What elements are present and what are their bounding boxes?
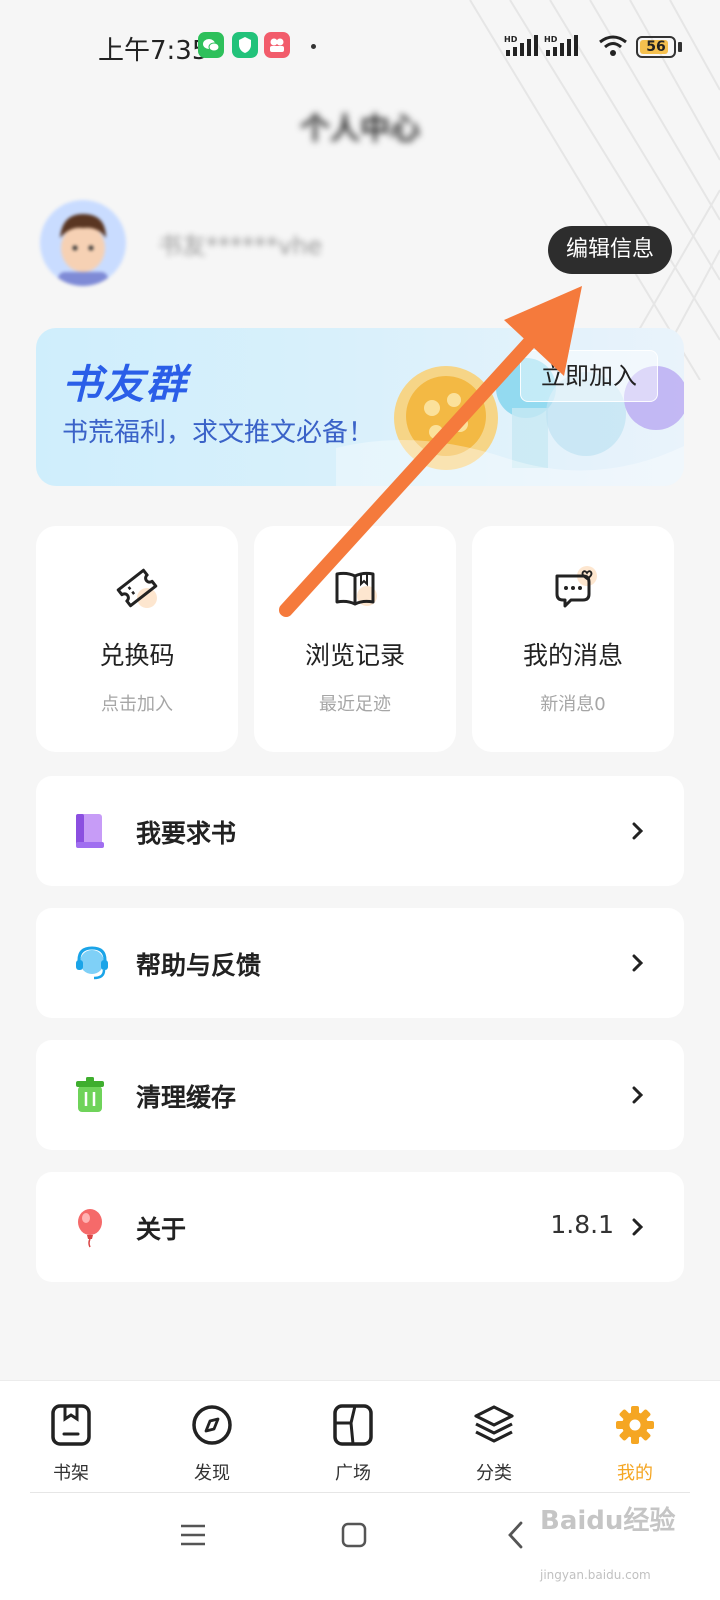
battery-icon: 56 [636, 36, 676, 58]
svg-text:HD: HD [544, 35, 558, 44]
tab-label: 广场 [335, 1463, 371, 1484]
card-title: 浏览记录 [304, 641, 405, 670]
trash-icon [76, 1077, 104, 1112]
app-version: 1.8.1 [550, 1210, 614, 1239]
tab-label: 发现 [194, 1463, 230, 1484]
tab-label: 书架 [53, 1463, 89, 1484]
layers-icon [474, 1405, 514, 1443]
svg-text:HD: HD [504, 35, 518, 44]
home-icon[interactable] [341, 1522, 367, 1548]
wechat-icon [198, 32, 224, 58]
notification-dot [311, 44, 316, 49]
tab-label: 我的 [617, 1463, 653, 1484]
battery-level: 56 [646, 39, 666, 55]
shield-app-icon [232, 32, 258, 58]
menu-row-label: 我要求书 [136, 819, 237, 848]
menu-row-label: 清理缓存 [136, 1083, 237, 1112]
card-subtitle: 新消息0 [540, 694, 606, 715]
chevron-right-icon [632, 954, 644, 972]
tab-category[interactable]: 分类 [439, 1381, 549, 1493]
menu-row-help-feedback[interactable]: 帮助与反馈 [36, 908, 684, 1018]
battery-cap [678, 42, 682, 52]
bookshelf-icon [51, 1404, 91, 1446]
menu-row-about[interactable]: 关于 1.8.1 [36, 1172, 684, 1282]
menu-row-label: 关于 [136, 1215, 187, 1244]
tab-mine[interactable]: 我的 [580, 1381, 690, 1493]
chevron-right-icon [632, 1086, 644, 1104]
divider [30, 1492, 690, 1493]
balloon-icon [78, 1209, 102, 1248]
watermark: Baidu经验 [540, 1506, 676, 1536]
chevron-right-icon [632, 1218, 644, 1236]
bottom-tab-bar: 书架 发现 广场 分类 我的 [0, 1380, 720, 1492]
book-request-icon [76, 814, 104, 848]
wifi-icon [599, 35, 627, 56]
redeem-code-card[interactable]: 兑换码 点击加入 [36, 526, 238, 752]
menu-row-label: 帮助与反馈 [136, 951, 262, 980]
page-title: 个人中心 [300, 112, 420, 147]
menu-row-request-book[interactable]: 我要求书 [36, 776, 684, 886]
plaza-icon [333, 1404, 373, 1446]
gear-icon [616, 1406, 654, 1444]
tab-label: 分类 [476, 1463, 512, 1484]
card-subtitle: 点击加入 [101, 694, 173, 715]
user-nickname: 书友******vhe [158, 232, 323, 260]
card-subtitle: 最近足迹 [319, 694, 391, 715]
watermark-url: jingyan.baidu.com [540, 1568, 651, 1582]
card-title: 兑换码 [99, 641, 175, 670]
headset-icon [76, 946, 108, 980]
status-time: 上午7:35 [98, 36, 209, 66]
menu-icon[interactable] [180, 1522, 206, 1548]
signal-icon: HD [504, 35, 538, 56]
status-bar: 上午7:35 HD HD 56 [0, 0, 720, 92]
back-icon[interactable] [506, 1520, 524, 1550]
edit-info-button[interactable]: 编辑信息 [548, 226, 672, 274]
card-title: 我的消息 [522, 641, 623, 670]
compass-icon [192, 1405, 232, 1445]
tab-plaza[interactable]: 广场 [298, 1381, 408, 1493]
avatar[interactable] [40, 200, 126, 286]
ticket-icon [116, 568, 158, 608]
signal-icon-2: HD [544, 35, 578, 56]
annotation-arrow [279, 286, 582, 617]
tab-bookshelf[interactable]: 书架 [16, 1381, 126, 1493]
banner-title: 书友群 [62, 362, 188, 408]
video-app-icon [264, 32, 290, 58]
menu-row-clear-cache[interactable]: 清理缓存 [36, 1040, 684, 1150]
chevron-right-icon [632, 822, 644, 840]
tab-discover[interactable]: 发现 [157, 1381, 267, 1493]
